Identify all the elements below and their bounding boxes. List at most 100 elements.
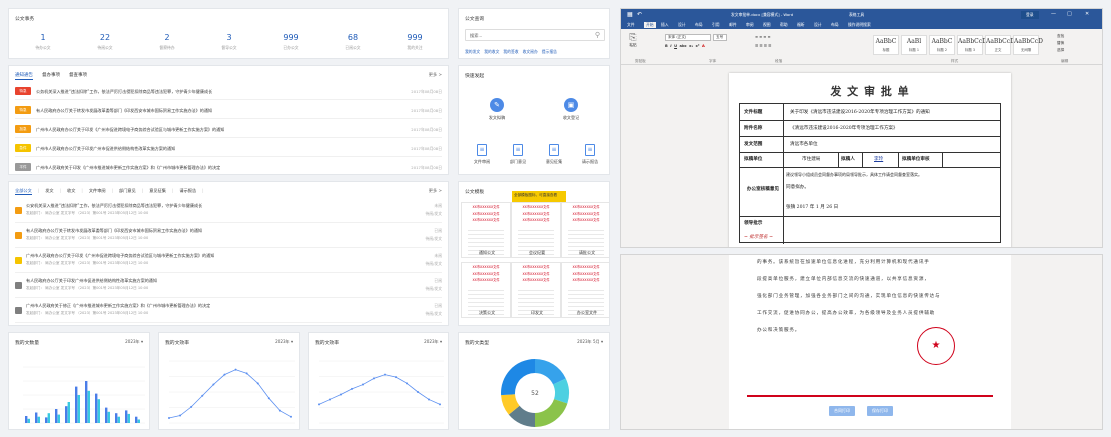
stat-item[interactable]: 3 督导公文 — [199, 33, 259, 51]
draft-unit-value[interactable]: 市住建局 — [802, 156, 820, 162]
style-option[interactable]: AaBbCcD 标题 3 — [957, 35, 987, 55]
form-value[interactable]: 关于印发《清远市违法建设2016-2020年专项治理工作方案》的通知 — [790, 109, 930, 115]
maximize-icon[interactable]: □ — [1067, 11, 1072, 17]
minimize-icon[interactable]: — — [1051, 11, 1056, 17]
notice-row[interactable]: 特急 公务机关深入推进“违法扣除”工作，依法严厉打击侵犯扣除商品等违法犯罪，守护青… — [15, 83, 442, 100]
quick-action[interactable]: ≡ 部门意见 — [503, 144, 533, 165]
notice-row[interactable]: 平件 广州市人民政府关于印发《广州市推进城市更新工作实施方案》和《广州市城市更新管… — [15, 159, 442, 174]
doc-tab[interactable]: 收文 — [67, 188, 75, 193]
template-card[interactable]: XX市XXXXXX文件 XX市XXXXXX文件 XX市XXXXXX文件 印发文 — [511, 262, 561, 318]
word-menu-item[interactable]: 视图 — [763, 22, 771, 28]
stat-item[interactable]: 22 待阅公文 — [75, 33, 135, 51]
save-icon[interactable]: ▦ — [627, 11, 633, 18]
chart-1-year-select[interactable]: 2023年 ▾ — [125, 339, 143, 345]
word-menu-item[interactable]: 引用 — [712, 22, 720, 28]
stat-item[interactable]: 999 已办公文 — [261, 33, 321, 51]
word-menu-item[interactable]: 设计 — [814, 22, 822, 28]
replace-button[interactable]: 替换 — [1057, 41, 1064, 46]
doc-tab[interactable]: 文件审阅 — [89, 188, 106, 193]
template-card[interactable]: XX市XXXXXX文件 XX市XXXXXX文件 XX市XXXXXX文件 请批公文 — [561, 202, 609, 258]
word-menu-item[interactable]: 帮助 — [780, 22, 788, 28]
word-menu-item[interactable]: 审阅 — [746, 22, 754, 28]
chart-3-year-select[interactable]: 2023年 ▾ — [424, 339, 442, 345]
contract-print-button[interactable]: 合同打印 — [829, 406, 855, 416]
word-menu-item[interactable]: 布局 — [831, 22, 839, 28]
form-value[interactable]: 清远市各单位 — [790, 141, 818, 147]
close-icon[interactable]: ✕ — [1085, 11, 1089, 17]
word-menu-item[interactable]: 开始 — [644, 22, 656, 28]
style-option[interactable]: AaBbCcD 无间隔 — [1013, 35, 1043, 55]
notice-tab[interactable]: 督办事项 — [42, 73, 60, 78]
doc-row[interactable]: 广州市人民政府关于修正《广州市推进城市更新工作实施方案》和《广州市城市更新管理办… — [15, 300, 442, 323]
word-menu-item[interactable]: 布局 — [695, 22, 703, 28]
register-doc-button[interactable]: ▣ 收文登记 — [553, 98, 589, 121]
doc-row[interactable]: 广州市人民政府办公厅关于印发《广州市促进跨境电子商务综合试验区与城市更新工作实施… — [15, 250, 442, 273]
search-input[interactable]: 搜索... ⚲ — [465, 29, 605, 41]
style-option[interactable]: AaBbC 标题 2 — [929, 35, 955, 55]
word-menu-item[interactable]: 操作说明搜索 — [848, 22, 871, 28]
notice-tab[interactable]: 通知通告 — [15, 73, 33, 80]
notice-row[interactable]: 加急 广州市人民政府办公厅关于印发《广州市促进跨境电子商务综合试验区与城市更新工作… — [15, 121, 442, 138]
paste-button[interactable]: ⎘ 粘贴 — [625, 33, 641, 48]
draft-doc-button[interactable]: ✎ 发文拟稿 — [479, 98, 515, 121]
style-option[interactable]: AaBbC 标题 — [873, 35, 899, 55]
office-opinion-approve[interactable]: 同意拟办。 — [786, 184, 809, 190]
chart-2-year-select[interactable]: 2023年 ▾ — [275, 339, 293, 345]
template-card[interactable]: XX市XXXXXX文件 XX市XXXXXX文件 XX市XXXXXX文件 会议纪要 — [511, 202, 561, 258]
docs-more-link[interactable]: 更多 > — [429, 188, 442, 194]
doc-tab[interactable]: 发文 — [45, 188, 53, 193]
notice-tab[interactable]: 督查事项 — [69, 73, 87, 78]
font-name-select[interactable]: 宋体 (正文) — [665, 34, 711, 41]
word-menu-item[interactable]: 邮件 — [729, 22, 737, 28]
doc-row[interactable]: 公安机关深入推进“违法扣除”工作，依法严厉打击侵犯扣除商品等违法犯罪，守护青少年… — [15, 200, 442, 223]
doc-action[interactable]: 待阅/发文 — [426, 311, 442, 317]
stat-item[interactable]: 68 已阅公文 — [323, 33, 383, 51]
search-link[interactable]: 我的发文 — [465, 49, 480, 54]
notices-more-link[interactable]: 更多 > — [429, 72, 442, 78]
template-card[interactable]: XX市XXXXXX文件 XX市XXXXXX文件 XX市XXXXXX文件 决策公文 — [461, 262, 511, 318]
save-print-button[interactable]: 保存打印 — [867, 406, 893, 416]
doc-tab[interactable]: 部门意见 — [119, 188, 136, 193]
word-menu-item[interactable]: 设计 — [678, 22, 686, 28]
notice-row[interactable]: 特急 有人民政府办公厅关于转发市发展改革委等部门《印发西安市城市国际贸易工作实施办… — [15, 102, 442, 119]
doc-row[interactable]: 有人民政府办公厅关于印发广州市促进供给侧结构性改革实施方案的通知 发起部门： 局办… — [15, 275, 442, 298]
doc-tab[interactable]: 意见征集 — [149, 188, 166, 193]
word-menu-item[interactable]: 福昕 — [797, 22, 805, 28]
select-button[interactable]: 选择 — [1057, 48, 1064, 53]
find-button[interactable]: 查找 — [1057, 34, 1064, 39]
word-menu-item[interactable]: 文件 — [627, 22, 635, 28]
template-card[interactable]: XX市XXXXXX文件 XX市XXXXXX文件 XX市XXXXXX文件 办公室文件 — [561, 262, 609, 318]
font-format-buttons[interactable]: B I U abc x₂ x² A — [665, 44, 705, 48]
quick-action[interactable]: ≡ 请示报告 — [575, 144, 605, 165]
stat-item[interactable]: 1 待办公文 — [13, 33, 73, 51]
office-opinion-text[interactable]: 建议领导小组成员会同督办事项的局领导批示，具体工作请会同督查室落实。 — [786, 172, 998, 178]
doc-tab[interactable]: 全部公文 — [15, 188, 32, 195]
stat-item[interactable]: 2 督察待办 — [137, 33, 197, 51]
search-link[interactable]: 我的收文 — [484, 49, 499, 54]
word-menu-item[interactable]: 插入 — [661, 22, 669, 28]
paragraph-buttons[interactable]: ≡ ≡ ≡ ≡ — [755, 35, 770, 39]
notice-row[interactable]: 急件 广州市人民政府办公厅关于印发广州市促进供给侧结构性改革实施方案的通知 2017… — [15, 140, 442, 157]
doc-action[interactable]: 待阅/发文 — [426, 236, 442, 242]
style-option[interactable]: AaBbCcD 正文 — [985, 35, 1015, 55]
doc-row[interactable]: 有人民政府办公厅关于转发市发展改革委等部门《印发西安市城市国际贸易工作实施办法》… — [15, 225, 442, 248]
undo-icon[interactable]: ↶ — [637, 11, 642, 18]
doc-action[interactable]: 待阅/发文 — [426, 211, 442, 217]
signin-button[interactable]: 登录 — [1021, 11, 1039, 19]
search-link[interactable]: 提示报告 — [542, 49, 557, 54]
doc-action[interactable]: 待阅/发文 — [426, 261, 442, 267]
donut-month-select[interactable]: 2023年 5月 ▾ — [577, 339, 603, 345]
form-value[interactable]: 《清远市违法建设2016-2020年专项治理工作方案》 — [790, 125, 898, 131]
search-link[interactable]: 收文阅办 — [523, 49, 538, 54]
font-size-select[interactable]: 五号 — [713, 34, 727, 41]
quick-action[interactable]: ≡ 意见征集 — [539, 144, 569, 165]
template-card[interactable]: XX市XXXXXX文件 XX市XXXXXX文件 XX市XXXXXX文件 通知公文 — [461, 202, 511, 258]
doc-tab[interactable]: 请示报告 — [179, 188, 196, 193]
quick-action[interactable]: ≡ 文件审阅 — [467, 144, 497, 165]
style-option[interactable]: AaBl 标题 1 — [901, 35, 927, 55]
stat-item[interactable]: 999 我的关注 — [385, 33, 445, 51]
align-buttons[interactable]: ☰ ☰ ☰ ☰ — [755, 44, 771, 48]
draft-person-value[interactable]: 李玲 — [874, 156, 883, 162]
search-icon[interactable]: ⚲ — [595, 31, 600, 39]
doc-action[interactable]: 待阅/发文 — [426, 286, 442, 292]
